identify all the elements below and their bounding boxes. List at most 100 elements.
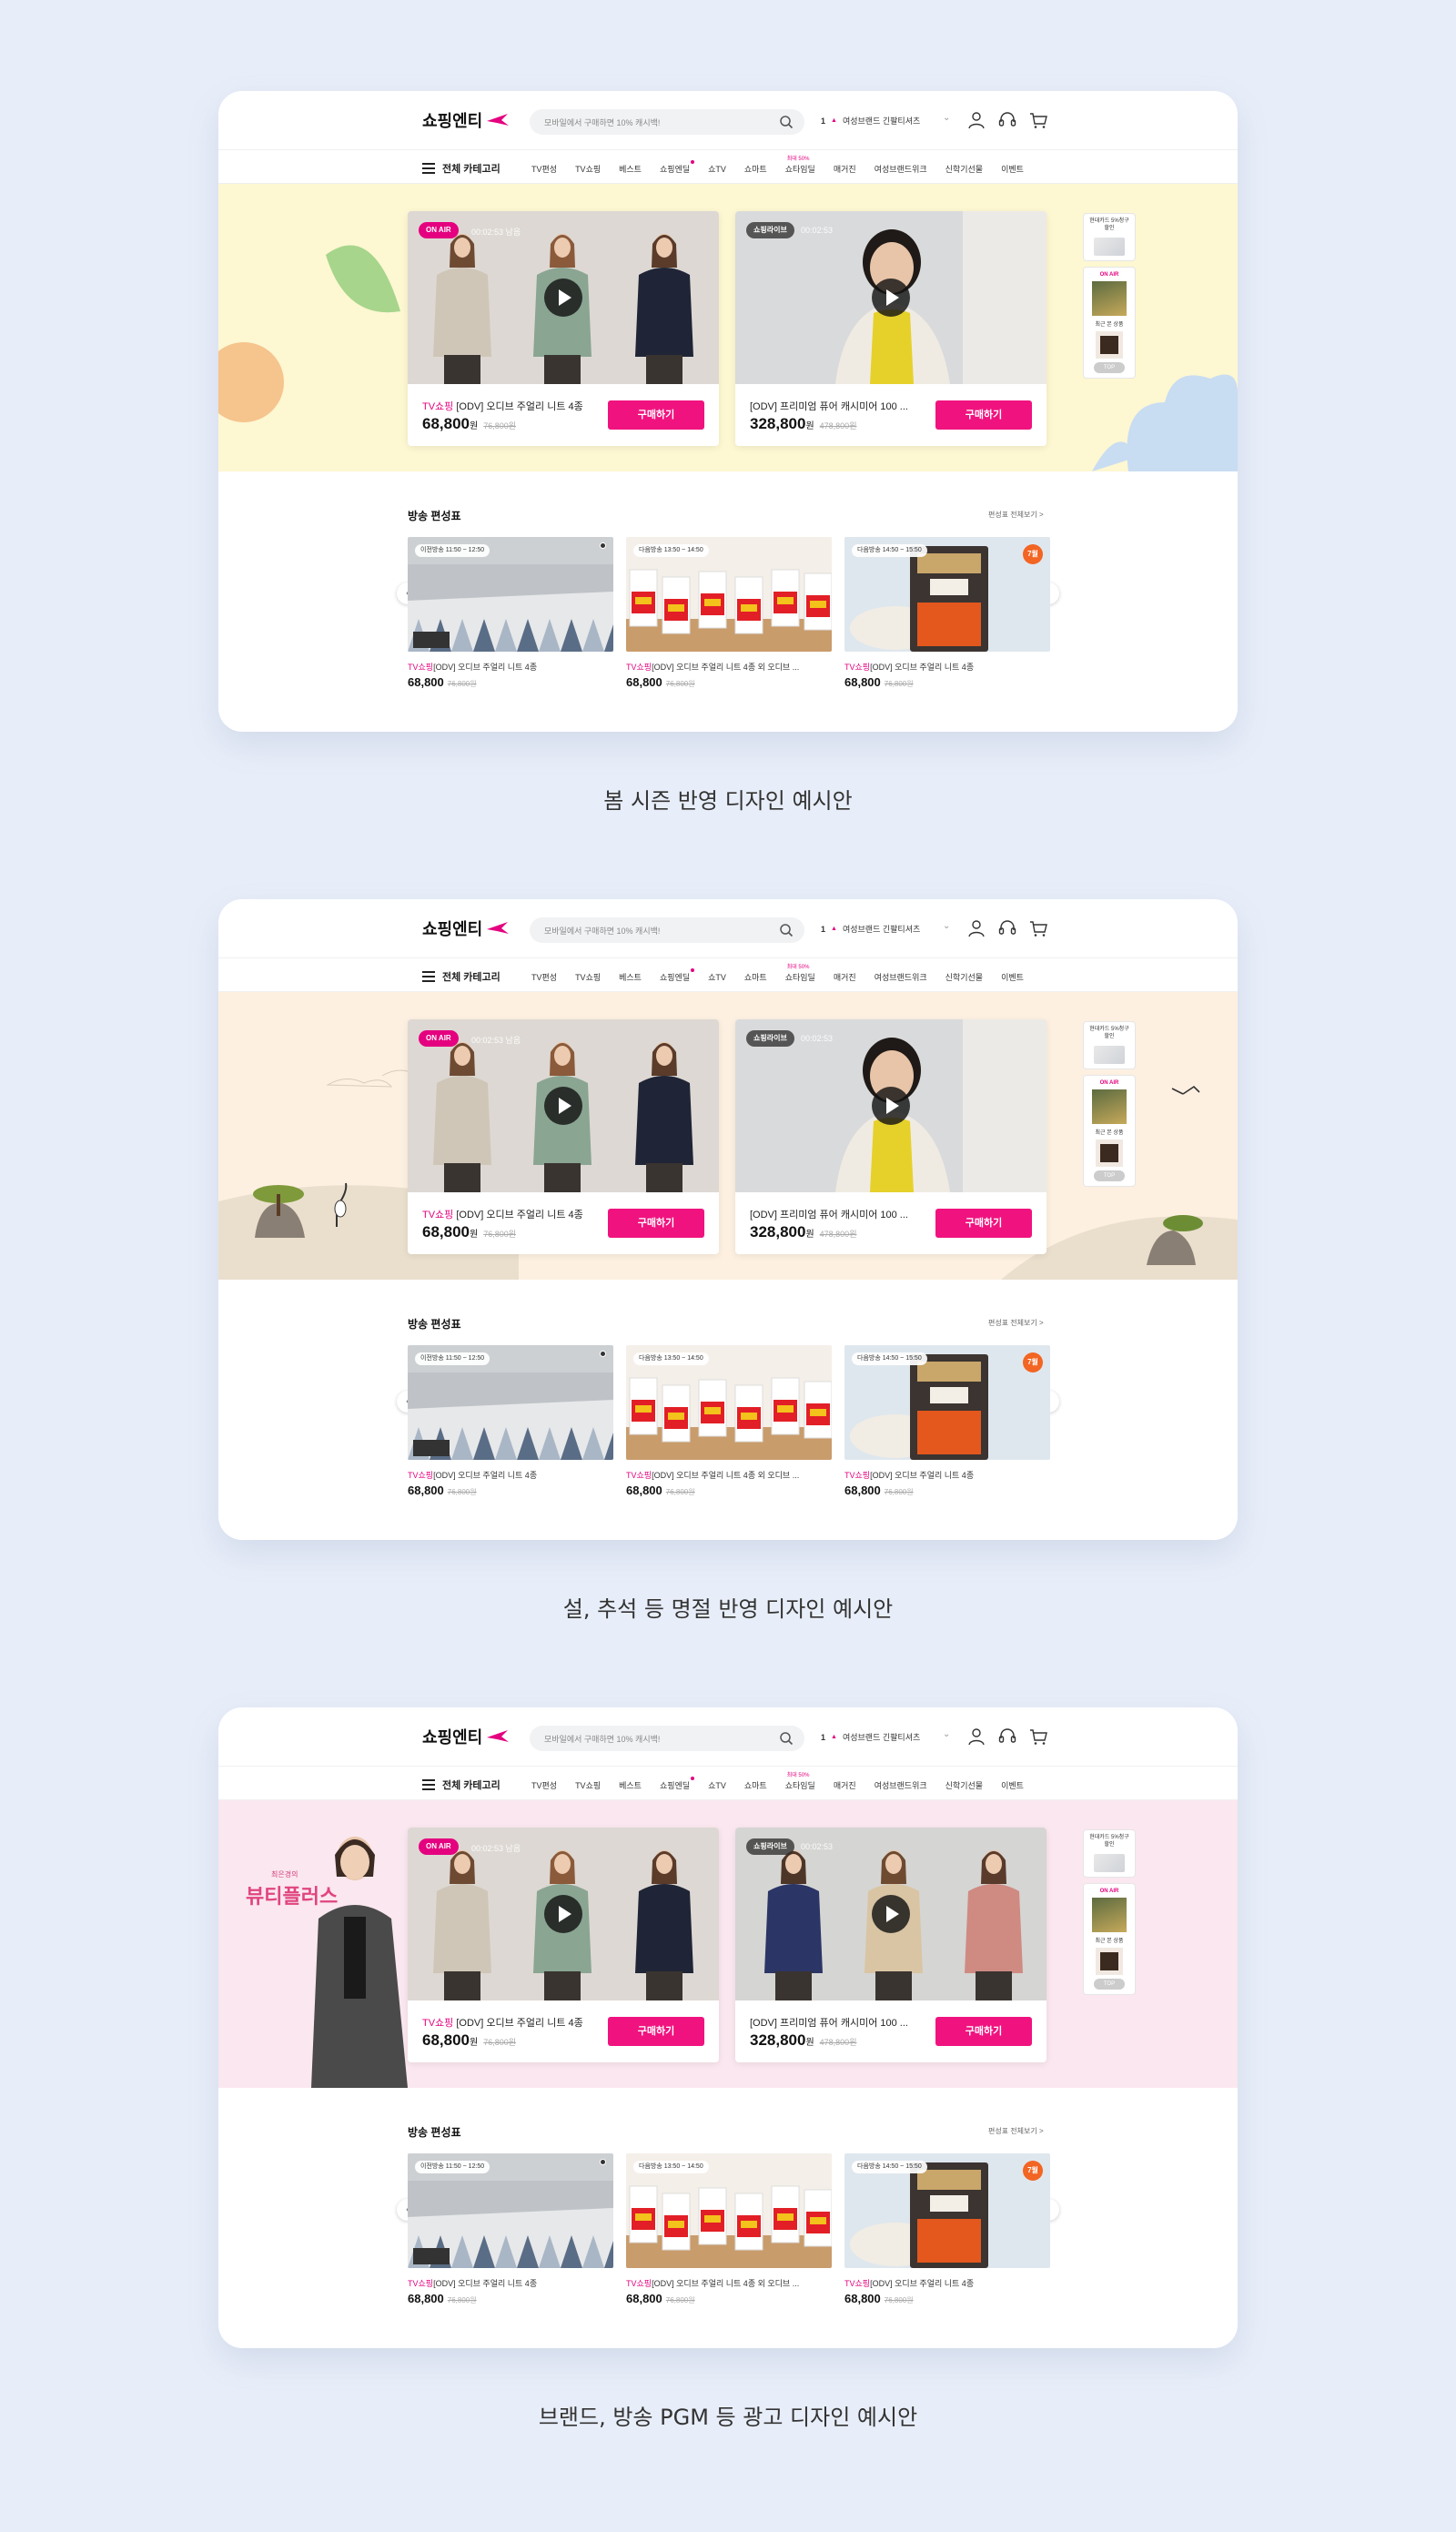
schedule-item[interactable]: 이전방송 11:50 ~ 12:50 — [408, 1345, 613, 1460]
buy-button[interactable]: 구매하기 — [608, 400, 704, 430]
gnb-item[interactable]: TV쇼핑 — [575, 163, 601, 175]
popular-keyword-ticker[interactable]: 1 ▲ 여성브랜드 긴팔티셔츠 — [821, 115, 920, 127]
schedule-item[interactable]: 이전방송 11:50 ~ 12:50 — [408, 2153, 613, 2268]
schedule-product-name[interactable]: TV쇼핑[ODV] 오디브 주얼리 니트 4종 — [408, 661, 613, 673]
schedule-product-name[interactable]: TV쇼핑[ODV] 오디브 주얼리 니트 4종 외 오디브 ... — [626, 2277, 832, 2289]
search-icon[interactable] — [779, 1731, 794, 1746]
all-category-button[interactable]: 전체 카테고리 — [422, 969, 500, 984]
gnb-item[interactable]: 이벤트 — [1001, 1779, 1024, 1791]
headset-icon[interactable] — [997, 1727, 1017, 1747]
live-broadcast-card[interactable]: ON AIR 00:02:53 남음 TV쇼핑 [ODV] 오디브 주얼리 니트… — [408, 1828, 719, 2062]
buy-button[interactable]: 구매하기 — [935, 1209, 1032, 1238]
card-discount-banner[interactable]: 현대카드 5%청구할인 — [1083, 1021, 1136, 1069]
chevron-down-icon[interactable]: ⌄ — [943, 1729, 950, 1739]
all-category-button[interactable]: 전체 카테고리 — [422, 161, 500, 176]
cart-icon[interactable] — [1028, 1727, 1048, 1747]
live-video-thumbnail[interactable]: ON AIR 00:02:53 남음 — [408, 211, 719, 384]
schedule-product-name[interactable]: TV쇼핑[ODV] 오디브 주얼리 니트 4종 — [844, 661, 1050, 673]
live-video-thumbnail[interactable]: 쇼핑라이브 00:02:53 — [735, 211, 1046, 384]
popular-keyword-ticker[interactable]: 1 ▲ 여성브랜드 긴팔티셔츠 — [821, 923, 920, 935]
live-product-title[interactable]: TV쇼핑 [ODV] 오디브 주얼리 니트 4종 — [422, 2015, 583, 2030]
schedule-view-all-link[interactable]: 편성표 전체보기 > — [988, 2126, 1044, 2136]
gnb-item[interactable]: TV쇼핑 — [575, 971, 601, 983]
live-video-thumbnail[interactable]: 쇼핑라이브 00:02:53 — [735, 1019, 1046, 1192]
search-input[interactable]: 모바일에서 구매하면 10% 캐시백! — [544, 1733, 660, 1745]
chevron-down-icon[interactable]: ⌄ — [943, 113, 950, 123]
live-commerce-card[interactable]: 쇼핑라이브 00:02:53 [ODV] 프리미엄 퓨어 캐시미어 100 ..… — [735, 1828, 1046, 2062]
schedule-item[interactable]: 다음방송 14:50 ~ 15:50 7월 — [844, 1345, 1050, 1460]
gnb-item[interactable]: 여성브랜드위크 — [875, 1779, 927, 1791]
play-icon[interactable] — [544, 279, 582, 317]
gnb-item[interactable]: 매거진 — [834, 163, 856, 175]
top-button[interactable]: TOP — [1094, 1978, 1125, 1990]
search-input[interactable]: 모바일에서 구매하면 10% 캐시백! — [544, 925, 660, 937]
gnb-item[interactable]: 여성브랜드위크 — [875, 163, 927, 175]
ticker-keyword[interactable]: 여성브랜드 긴팔티셔츠 — [843, 1731, 920, 1743]
live-product-title[interactable]: [ODV] 프리미엄 퓨어 캐시미어 100 ... — [750, 399, 908, 413]
gnb-item[interactable]: TV편성 — [531, 971, 557, 983]
live-product-title[interactable]: TV쇼핑 [ODV] 오디브 주얼리 니트 4종 — [422, 399, 583, 413]
user-icon[interactable] — [966, 1727, 986, 1747]
live-broadcast-card[interactable]: ON AIR 00:02:53 남음 TV쇼핑 [ODV] 오디브 주얼리 니트… — [408, 1019, 719, 1254]
gnb-item[interactable]: 베스트 — [619, 163, 642, 175]
schedule-item[interactable]: 다음방송 13:50 ~ 14:50 — [626, 2153, 832, 2268]
buy-button[interactable]: 구매하기 — [935, 400, 1032, 430]
play-icon[interactable] — [544, 1087, 582, 1125]
gnb-item[interactable]: TV편성 — [531, 1779, 557, 1791]
live-video-thumbnail[interactable]: ON AIR 00:02:53 남음 — [408, 1828, 719, 2000]
user-icon[interactable] — [966, 110, 986, 130]
schedule-product-name[interactable]: TV쇼핑[ODV] 오디브 주얼리 니트 4종 — [844, 1469, 1050, 1481]
gnb-item[interactable]: 쇼타임딜 최대 50% — [785, 965, 815, 983]
recent-product-thumbnail[interactable] — [1096, 1947, 1123, 1975]
buy-button[interactable]: 구매하기 — [608, 2017, 704, 2046]
live-video-thumbnail[interactable]: ON AIR 00:02:53 남음 — [408, 1019, 719, 1192]
user-icon[interactable] — [966, 918, 986, 938]
on-air-thumbnail[interactable] — [1092, 1089, 1127, 1124]
on-air-thumbnail[interactable] — [1092, 280, 1127, 316]
schedule-item[interactable]: 다음방송 13:50 ~ 14:50 — [626, 1345, 832, 1460]
live-video-thumbnail[interactable]: 쇼핑라이브 00:02:53 — [735, 1828, 1046, 2000]
card-discount-banner[interactable]: 현대카드 5%청구할인 — [1083, 213, 1136, 261]
schedule-item[interactable]: 다음방송 13:50 ~ 14:50 — [626, 537, 832, 652]
gnb-item[interactable]: 쇼핑엔딜 — [660, 1777, 695, 1791]
search-bar[interactable]: 모바일에서 구매하면 10% 캐시백! — [530, 1726, 804, 1751]
top-button[interactable]: TOP — [1094, 361, 1125, 373]
gnb-item[interactable]: 쇼타임딜 최대 50% — [785, 1773, 815, 1791]
search-icon[interactable] — [779, 115, 794, 129]
schedule-product-name[interactable]: TV쇼핑[ODV] 오디브 주얼리 니트 4종 — [408, 2277, 613, 2289]
top-button[interactable]: TOP — [1094, 1170, 1125, 1181]
gnb-item[interactable]: 쇼마트 — [744, 1779, 767, 1791]
all-category-button[interactable]: 전체 카테고리 — [422, 1777, 500, 1792]
gnb-item[interactable]: 쇼TV — [708, 163, 726, 175]
gnb-item[interactable]: 신학기선물 — [945, 163, 983, 175]
play-icon[interactable] — [872, 279, 910, 317]
live-product-title[interactable]: [ODV] 프리미엄 퓨어 캐시미어 100 ... — [750, 2015, 908, 2030]
gnb-item[interactable]: 매거진 — [834, 1779, 856, 1791]
recent-product-thumbnail[interactable] — [1096, 1139, 1123, 1167]
schedule-product-name[interactable]: TV쇼핑[ODV] 오디브 주얼리 니트 4종 — [844, 2277, 1050, 2289]
gnb-item[interactable]: 신학기선물 — [945, 1779, 983, 1791]
play-icon[interactable] — [872, 1087, 910, 1125]
gnb-item[interactable]: 매거진 — [834, 971, 856, 983]
gnb-item[interactable]: 쇼TV — [708, 971, 726, 983]
cart-icon[interactable] — [1028, 110, 1048, 130]
schedule-view-all-link[interactable]: 편성표 전체보기 > — [988, 510, 1044, 520]
gnb-item[interactable]: 신학기선물 — [945, 971, 983, 983]
gnb-item[interactable]: TV편성 — [531, 163, 557, 175]
popular-keyword-ticker[interactable]: 1 ▲ 여성브랜드 긴팔티셔츠 — [821, 1731, 920, 1743]
schedule-item[interactable]: 이전방송 11:50 ~ 12:50 — [408, 537, 613, 652]
ticker-keyword[interactable]: 여성브랜드 긴팔티셔츠 — [843, 923, 920, 935]
headset-icon[interactable] — [997, 918, 1017, 938]
search-input[interactable]: 모바일에서 구매하면 10% 캐시백! — [544, 116, 660, 128]
cart-icon[interactable] — [1028, 918, 1048, 938]
gnb-item[interactable]: 쇼TV — [708, 1779, 726, 1791]
gnb-item[interactable]: 쇼핑엔딜 — [660, 160, 695, 175]
site-logo[interactable]: 쇼핑엔티 — [422, 108, 510, 132]
ticker-keyword[interactable]: 여성브랜드 긴팔티셔츠 — [843, 115, 920, 127]
search-icon[interactable] — [779, 923, 794, 937]
schedule-product-name[interactable]: TV쇼핑[ODV] 오디브 주얼리 니트 4종 외 오디브 ... — [626, 1469, 832, 1481]
search-bar[interactable]: 모바일에서 구매하면 10% 캐시백! — [530, 109, 804, 135]
card-discount-banner[interactable]: 현대카드 5%청구할인 — [1083, 1829, 1136, 1878]
schedule-item[interactable]: 다음방송 14:50 ~ 15:50 7월 — [844, 537, 1050, 652]
headset-icon[interactable] — [997, 110, 1017, 130]
